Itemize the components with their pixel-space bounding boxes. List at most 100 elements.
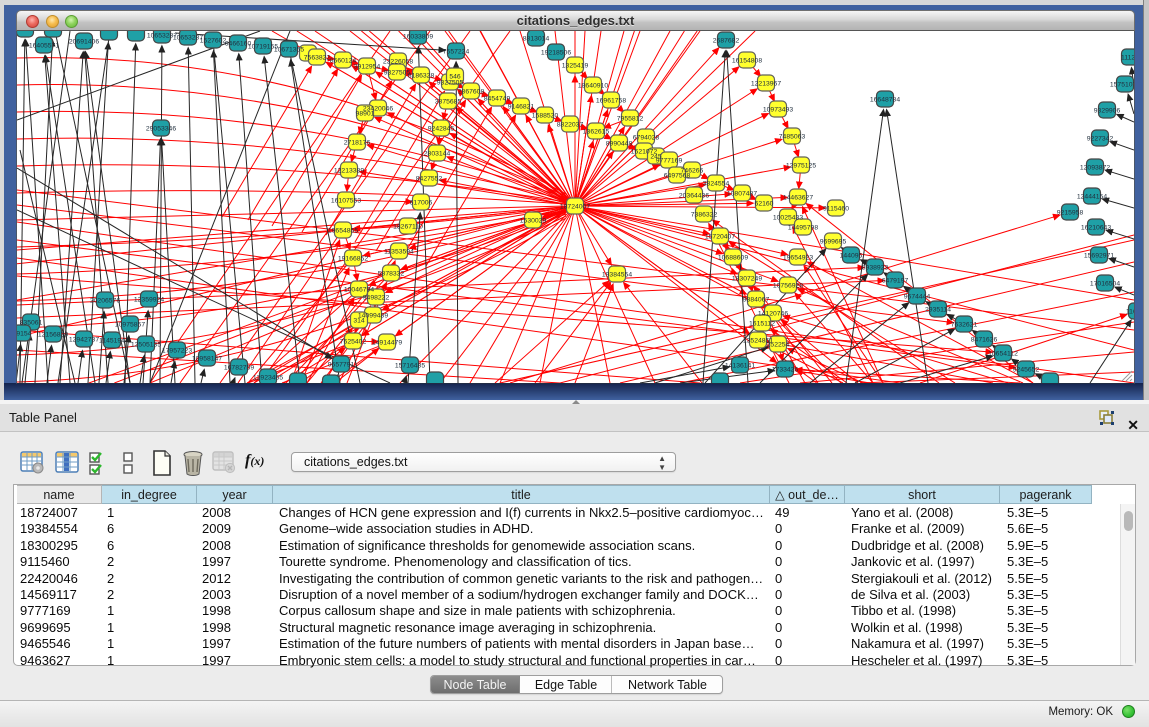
svg-text:9657791: 9657791 [328, 361, 355, 368]
svg-text:15692971: 15692971 [1084, 252, 1114, 259]
svg-text:10756928: 10756928 [773, 282, 803, 289]
svg-text:9146821: 9146821 [508, 103, 535, 110]
svg-text:98901: 98901 [356, 110, 375, 117]
svg-text:10671355: 10671355 [274, 46, 304, 53]
svg-text:14136141: 14136141 [725, 362, 755, 369]
svg-text:29053346: 29053346 [146, 125, 176, 132]
svg-text:7563822: 7563822 [304, 54, 331, 61]
svg-text:18307249: 18307249 [732, 275, 762, 282]
svg-text:15751074: 15751074 [1110, 81, 1134, 88]
svg-text:14463627: 14463627 [783, 194, 813, 201]
svg-text:8938923: 8938923 [862, 264, 889, 271]
svg-text:12213967: 12213967 [751, 80, 781, 87]
svg-text:7632621: 7632621 [951, 321, 978, 328]
svg-text:10653287: 10653287 [173, 34, 203, 41]
svg-text:18724007: 18724007 [560, 203, 590, 210]
svg-text:15716485: 15716485 [395, 362, 425, 369]
svg-text:12093872: 12093872 [1080, 164, 1110, 171]
svg-text:19218506: 19218506 [541, 49, 571, 56]
svg-text:252254: 252254 [767, 341, 790, 348]
svg-text:1325419: 1325419 [562, 62, 589, 69]
svg-text:16210643: 16210643 [1081, 224, 1111, 231]
svg-text:9242845: 9242845 [428, 125, 455, 132]
svg-text:2687682: 2687682 [713, 37, 740, 44]
svg-text:9227342: 9227342 [1087, 135, 1114, 142]
svg-text:835061: 835061 [20, 319, 43, 326]
svg-text:6479197: 6479197 [882, 277, 909, 284]
svg-text:12444154: 12444154 [1077, 193, 1107, 200]
svg-text:1527602: 1527602 [200, 37, 227, 44]
svg-text:16961758: 16961758 [596, 97, 626, 104]
svg-text:8186328: 8186328 [408, 72, 435, 79]
svg-text:1615112: 1615112 [749, 320, 775, 327]
svg-text:10654112: 10654112 [988, 350, 1018, 357]
svg-text:19166852: 19166852 [338, 255, 368, 262]
svg-text:6794028: 6794028 [633, 134, 660, 141]
svg-text:11353594: 11353594 [384, 248, 414, 255]
svg-text:19654923: 19654923 [783, 254, 813, 261]
svg-text:16154808: 16154808 [732, 57, 762, 64]
svg-text:8427552: 8427552 [416, 175, 443, 182]
svg-text:12213389: 12213389 [334, 167, 364, 174]
svg-text:10025433: 10025433 [773, 214, 803, 221]
svg-text:3824554: 3824554 [703, 180, 730, 187]
svg-text:7955812: 7955812 [617, 115, 644, 122]
svg-text:12942737: 12942737 [69, 336, 99, 343]
svg-text:16405571: 16405571 [29, 42, 59, 49]
svg-text:12975125: 12975125 [786, 162, 816, 169]
svg-text:19654855: 19654855 [328, 227, 358, 234]
svg-text:17957223: 17957223 [162, 347, 192, 354]
svg-text:9674444: 9674444 [904, 293, 931, 300]
svg-text:546: 546 [449, 73, 461, 80]
svg-text:2935114: 2935114 [925, 306, 951, 313]
svg-text:1530029: 1530029 [520, 217, 547, 224]
svg-text:19384554: 19384554 [602, 271, 632, 278]
svg-text:10973493: 10973493 [763, 106, 793, 113]
svg-text:7625402: 7625402 [340, 338, 367, 345]
svg-text:5878332: 5878332 [378, 270, 405, 277]
svg-text:12359924: 12359924 [134, 296, 164, 303]
svg-text:2867608: 2867608 [458, 88, 485, 95]
svg-text:11124: 11124 [1121, 54, 1134, 61]
svg-text:12156829: 12156829 [38, 331, 68, 338]
svg-text:8471626: 8471626 [971, 336, 998, 343]
svg-text:18640910: 18640910 [578, 82, 608, 89]
svg-text:23226058: 23226058 [383, 58, 413, 65]
svg-text:39154: 39154 [17, 330, 32, 337]
svg-text:10958147: 10958147 [192, 355, 222, 362]
svg-text:14914479: 14914479 [372, 339, 402, 346]
svg-text:9215958: 9215958 [1057, 209, 1084, 216]
svg-text:314: 314 [353, 317, 365, 324]
svg-text:6497568: 6497568 [664, 172, 691, 179]
svg-text:2718176: 2718176 [344, 139, 371, 146]
svg-text:9245652: 9245652 [1013, 366, 1040, 373]
svg-text:14120746: 14120746 [758, 310, 788, 317]
svg-text:20691406: 20691406 [69, 38, 99, 45]
svg-text:12505135: 12505135 [131, 341, 161, 348]
svg-text:12923465: 12923465 [253, 374, 283, 381]
svg-text:62160: 62160 [755, 200, 774, 207]
svg-text:617006: 617006 [410, 199, 433, 206]
svg-text:116753: 116753 [1126, 308, 1134, 315]
svg-text:16033809: 16033809 [403, 33, 433, 40]
svg-text:17016504: 17016504 [1090, 280, 1120, 287]
svg-text:9699695: 9699695 [820, 238, 847, 245]
svg-text:20206576: 20206576 [90, 297, 120, 304]
svg-text:1362615: 1362615 [583, 128, 610, 135]
svg-text:9327505: 9327505 [384, 69, 411, 76]
svg-text:3875685: 3875685 [435, 98, 462, 105]
svg-text:9884067: 9884067 [743, 296, 770, 303]
svg-text:9327505: 9327505 [437, 79, 464, 86]
svg-text:10807487: 10807487 [727, 190, 757, 197]
svg-text:10688609: 10688609 [718, 254, 748, 261]
svg-text:3912954: 3912954 [354, 63, 381, 70]
svg-text:9115460: 9115460 [823, 205, 849, 212]
svg-text:8454749: 8454749 [484, 95, 511, 102]
svg-text:1145194: 1145194 [99, 337, 125, 344]
svg-text:8813014: 8813014 [523, 35, 550, 42]
svg-text:9498222: 9498222 [363, 294, 390, 301]
svg-text:10975857: 10975857 [115, 321, 145, 328]
svg-text:1588520: 1588520 [532, 112, 559, 119]
svg-text:7386322: 7386322 [691, 211, 718, 218]
svg-text:16648784: 16648784 [870, 96, 900, 103]
